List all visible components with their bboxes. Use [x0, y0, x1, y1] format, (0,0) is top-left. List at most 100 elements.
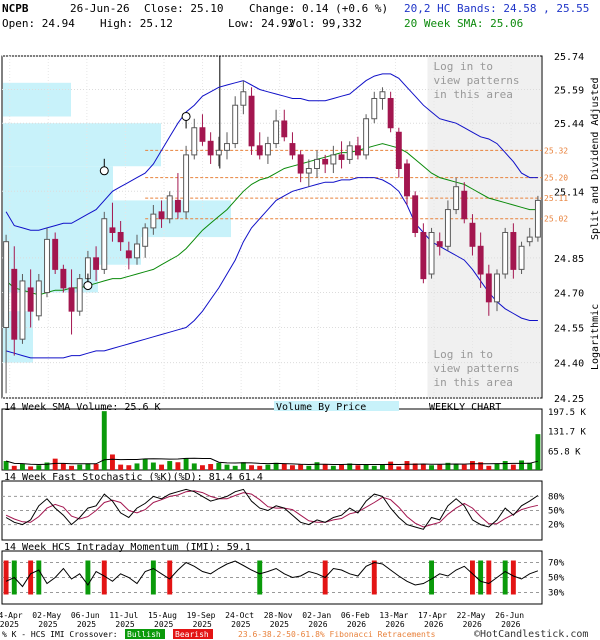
- volume-bar: [142, 458, 148, 470]
- bearish-crossover-bar: [510, 560, 516, 595]
- candle-body: [502, 231, 509, 275]
- stoch-axis-label: 50%: [548, 507, 565, 517]
- candle-body: [27, 287, 34, 312]
- candle-body: [19, 280, 26, 340]
- volume-bar: [290, 465, 295, 470]
- bullish-crossover-bar: [150, 560, 156, 595]
- x-axis-year-label: 2025: [154, 620, 173, 629]
- volume-bar: [298, 464, 304, 470]
- imi-axis-label: 70%: [548, 559, 565, 569]
- sma-label: 20 Week SMA: 25.06: [404, 17, 524, 30]
- candle-body: [174, 199, 181, 213]
- volume-by-price-bar: [3, 123, 161, 167]
- candle-body: [134, 243, 140, 259]
- pattern-marker: [83, 281, 93, 291]
- x-axis-month-label: 17-Apr: [418, 611, 447, 620]
- candle-body: [379, 91, 386, 99]
- price-axis-label: 24.55: [554, 323, 584, 334]
- candle-body: [256, 145, 263, 156]
- candle-body: [453, 186, 460, 211]
- candle-body: [273, 120, 280, 145]
- bullish-crossover-bar: [85, 560, 91, 595]
- volume-bar: [535, 434, 541, 470]
- login-text: Log in to: [433, 348, 493, 361]
- price-axis-label: 24.85: [554, 254, 584, 265]
- volume-bar: [322, 464, 328, 470]
- price-axis-label: 25.59: [554, 86, 584, 97]
- price-axis-label: 24.40: [554, 359, 584, 370]
- candle-body: [60, 268, 67, 289]
- volume-axis-label: 131.7 K: [548, 428, 587, 438]
- x-axis-month-label: 15-Aug: [148, 611, 177, 620]
- bullish-crossover-bar: [478, 560, 484, 595]
- date-label: 26-Jun-26: [70, 2, 130, 15]
- candle-body: [518, 245, 525, 270]
- volume-bar: [453, 464, 459, 470]
- legend-bullish-label: Bullish: [127, 630, 161, 639]
- volume-bar: [380, 464, 385, 470]
- candle-body: [109, 227, 116, 233]
- bearish-crossover-bar: [3, 560, 9, 595]
- volume-bar: [183, 458, 189, 470]
- candle-body: [248, 95, 255, 147]
- price-axis-label: 25.74: [554, 52, 584, 63]
- candle-body: [191, 127, 198, 156]
- stoch-axis-label: 80%: [548, 492, 565, 502]
- x-axis-month-label: 28-Nov: [264, 611, 293, 620]
- volume-bar: [404, 461, 410, 470]
- volume-label: Vol: 99,332: [289, 17, 362, 30]
- candle-body: [338, 154, 345, 160]
- volume-bar: [437, 464, 443, 470]
- stoch-axis-label: 20%: [548, 521, 565, 531]
- candle-body: [224, 143, 230, 151]
- candle-body: [142, 227, 149, 247]
- fib-label: 25.02: [544, 215, 568, 224]
- candle-body: [44, 238, 50, 294]
- candle-body: [363, 118, 370, 156]
- volume-panel: [1, 408, 543, 471]
- candle-body: [183, 154, 190, 213]
- volume-axis-label: 197.5 K: [548, 408, 587, 418]
- volume-bar: [339, 464, 344, 470]
- bullish-crossover-bar: [502, 560, 508, 595]
- volume-bar: [371, 465, 377, 470]
- volume-bar: [208, 464, 214, 470]
- fib-label: 25.32: [544, 146, 568, 155]
- volume-title: 14 Week SMA Volume: 25.6 K: [4, 402, 161, 413]
- candle-body: [68, 287, 75, 312]
- volume-bar: [110, 454, 115, 470]
- x-axis-month-label: 11-Jul: [109, 611, 138, 620]
- login-text: view patterns: [433, 74, 519, 87]
- volume-bar: [470, 461, 475, 470]
- volume-bar: [240, 462, 246, 470]
- candle-body: [35, 280, 42, 317]
- x-axis-year-label: 2025: [115, 620, 134, 629]
- candle-body: [11, 268, 18, 340]
- candle-body: [477, 245, 484, 275]
- candle-body: [387, 97, 394, 129]
- login-text: in this area: [433, 88, 512, 101]
- candle-body: [199, 127, 206, 142]
- bands-label: 20,2 HC Bands: 24.58 , 25.55: [404, 2, 590, 15]
- candle-body: [158, 211, 165, 220]
- volume-bar: [232, 465, 238, 470]
- volume-bar: [510, 464, 516, 470]
- volume-bar: [519, 460, 524, 470]
- x-axis-year-label: 2026: [501, 620, 520, 629]
- volume-bar: [85, 463, 91, 470]
- volume-bar: [527, 462, 533, 470]
- open-label: Open: 24.94: [2, 17, 75, 30]
- volume-bar: [175, 462, 181, 470]
- x-axis-month-label: 02-May: [32, 611, 61, 620]
- split-dividend-label: Split and Dividend Adjusted: [590, 77, 600, 240]
- candle-body: [150, 213, 157, 229]
- volume-bar: [330, 465, 336, 470]
- candle-body: [428, 231, 435, 275]
- pattern-login-region: [427, 57, 541, 397]
- login-text: Log in to: [433, 60, 493, 73]
- volume-bar: [265, 464, 271, 470]
- fib-label: 25.20: [544, 174, 568, 183]
- volume-bar: [134, 463, 140, 470]
- bearish-crossover-bar: [371, 560, 377, 595]
- volume-bar: [486, 465, 492, 470]
